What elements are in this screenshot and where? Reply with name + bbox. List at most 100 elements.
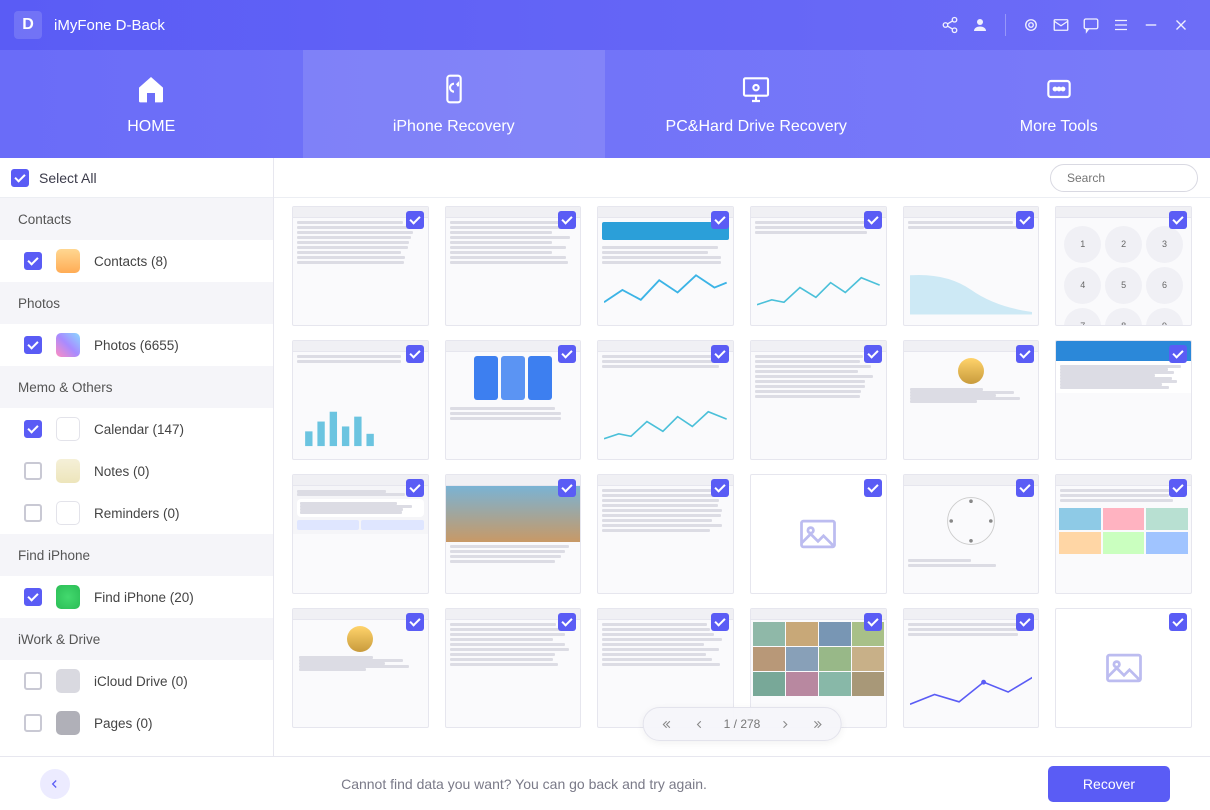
- select-all-row[interactable]: Select All: [0, 158, 273, 198]
- pager-last[interactable]: [804, 711, 830, 737]
- thumbnail-checkbox[interactable]: [1169, 211, 1187, 229]
- item-checkbox[interactable]: [24, 336, 42, 354]
- thumbnail-checkbox[interactable]: [864, 345, 882, 363]
- sidebar-item[interactable]: Find iPhone (20): [0, 576, 273, 618]
- tab-home[interactable]: HOME: [0, 50, 303, 158]
- settings-icon[interactable]: [1016, 10, 1046, 40]
- pager-prev[interactable]: [686, 711, 712, 737]
- main-area: 1234567890 1 / 278: [274, 158, 1210, 756]
- item-label: iCloud Drive (0): [94, 674, 188, 689]
- thumbnail-checkbox[interactable]: [711, 613, 729, 631]
- photo-thumbnail[interactable]: [750, 206, 887, 326]
- photo-thumbnail[interactable]: [597, 340, 734, 460]
- pager-info: 1 / 278: [718, 717, 767, 731]
- photo-thumbnail[interactable]: [903, 474, 1040, 594]
- category-header: Contacts: [0, 198, 273, 240]
- sidebar-item[interactable]: Pages (0): [0, 702, 273, 744]
- item-checkbox[interactable]: [24, 462, 42, 480]
- select-all-checkbox[interactable]: [11, 169, 29, 187]
- sidebar-item[interactable]: Contacts (8): [0, 240, 273, 282]
- chat-icon[interactable]: [1076, 10, 1106, 40]
- thumbnail-checkbox[interactable]: [1016, 613, 1034, 631]
- photo-thumbnail[interactable]: [292, 474, 429, 594]
- tab-pc-recovery[interactable]: PC&Hard Drive Recovery: [605, 50, 908, 158]
- photo-thumbnail[interactable]: [445, 608, 582, 728]
- photo-thumbnail[interactable]: [597, 474, 734, 594]
- pager-first[interactable]: [654, 711, 680, 737]
- user-icon[interactable]: [965, 10, 995, 40]
- app-logo: D: [14, 11, 42, 39]
- photo-thumbnail[interactable]: [903, 340, 1040, 460]
- photo-thumbnail[interactable]: [1055, 608, 1192, 728]
- thumbnail-checkbox[interactable]: [711, 479, 729, 497]
- photo-thumbnail[interactable]: [445, 474, 582, 594]
- item-checkbox[interactable]: [24, 504, 42, 522]
- toolbar: [274, 158, 1210, 198]
- tab-label: PC&Hard Drive Recovery: [666, 118, 847, 136]
- sidebar-item[interactable]: Photos (6655): [0, 324, 273, 366]
- sidebar-item[interactable]: 20Calendar (147): [0, 408, 273, 450]
- sidebar-item[interactable]: iCloud Drive (0): [0, 660, 273, 702]
- minimize-icon[interactable]: [1136, 10, 1166, 40]
- photo-thumbnail[interactable]: [750, 340, 887, 460]
- thumbnail-checkbox[interactable]: [711, 211, 729, 229]
- thumbnail-checkbox[interactable]: [1169, 613, 1187, 631]
- tab-more-tools[interactable]: More Tools: [908, 50, 1210, 158]
- search-input[interactable]: [1067, 171, 1210, 185]
- share-icon[interactable]: [935, 10, 965, 40]
- thumbnail-checkbox[interactable]: [406, 479, 424, 497]
- monitor-icon: [739, 72, 773, 106]
- sidebar-item[interactable]: Reminders (0): [0, 492, 273, 534]
- thumbnail-checkbox[interactable]: [711, 345, 729, 363]
- photo-thumbnail[interactable]: [445, 206, 582, 326]
- photo-thumbnail[interactable]: [903, 206, 1040, 326]
- item-checkbox[interactable]: [24, 420, 42, 438]
- thumbnail-checkbox[interactable]: [864, 613, 882, 631]
- thumbnail-checkbox[interactable]: [558, 613, 576, 631]
- pager: 1 / 278: [643, 707, 842, 741]
- item-checkbox[interactable]: [24, 588, 42, 606]
- close-icon[interactable]: [1166, 10, 1196, 40]
- photo-thumbnail[interactable]: 1234567890: [1055, 206, 1192, 326]
- footer-hint: Cannot find data you want? You can go ba…: [20, 776, 1028, 792]
- menu-icon[interactable]: [1106, 10, 1136, 40]
- thumbnail-checkbox[interactable]: [558, 211, 576, 229]
- photo-thumbnail[interactable]: [750, 474, 887, 594]
- mail-icon[interactable]: [1046, 10, 1076, 40]
- thumbnail-checkbox[interactable]: [1169, 479, 1187, 497]
- tab-iphone-recovery[interactable]: iPhone Recovery: [303, 50, 606, 158]
- recover-button[interactable]: Recover: [1048, 766, 1170, 802]
- photo-thumbnail[interactable]: [1055, 340, 1192, 460]
- thumbnail-checkbox[interactable]: [1016, 479, 1034, 497]
- thumbnail-checkbox[interactable]: [864, 479, 882, 497]
- thumbnail-checkbox[interactable]: [558, 345, 576, 363]
- photo-thumbnail[interactable]: [1055, 474, 1192, 594]
- pager-next[interactable]: [772, 711, 798, 737]
- main-navbar: HOME iPhone Recovery PC&Hard Drive Recov…: [0, 50, 1210, 158]
- thumbnail-checkbox[interactable]: [1169, 345, 1187, 363]
- photo-thumbnail[interactable]: [292, 340, 429, 460]
- thumbnail-checkbox[interactable]: [406, 345, 424, 363]
- photo-thumbnail[interactable]: [597, 206, 734, 326]
- thumbnail-checkbox[interactable]: [864, 211, 882, 229]
- thumbnail-checkbox[interactable]: [406, 613, 424, 631]
- thumbnail-checkbox[interactable]: [558, 479, 576, 497]
- thumbnail-checkbox[interactable]: [406, 211, 424, 229]
- thumbnail-checkbox[interactable]: [1016, 211, 1034, 229]
- photo-thumbnail[interactable]: [292, 608, 429, 728]
- photo-thumbnail[interactable]: [292, 206, 429, 326]
- item-checkbox[interactable]: [24, 672, 42, 690]
- sidebar-item[interactable]: Notes (0): [0, 450, 273, 492]
- photo-thumbnail[interactable]: [445, 340, 582, 460]
- photos-icon: [56, 333, 80, 357]
- photo-thumbnail[interactable]: [903, 608, 1040, 728]
- item-checkbox[interactable]: [24, 714, 42, 732]
- item-checkbox[interactable]: [24, 252, 42, 270]
- content-area: Select All ContactsContacts (8)PhotosPho…: [0, 158, 1210, 756]
- thumbnail-checkbox[interactable]: [1016, 345, 1034, 363]
- home-icon: [134, 72, 168, 106]
- title-bar: D iMyFone D-Back: [0, 0, 1210, 50]
- photo-grid: 1234567890: [274, 198, 1210, 736]
- search-box[interactable]: [1050, 164, 1198, 192]
- category-header: Memo & Others: [0, 366, 273, 408]
